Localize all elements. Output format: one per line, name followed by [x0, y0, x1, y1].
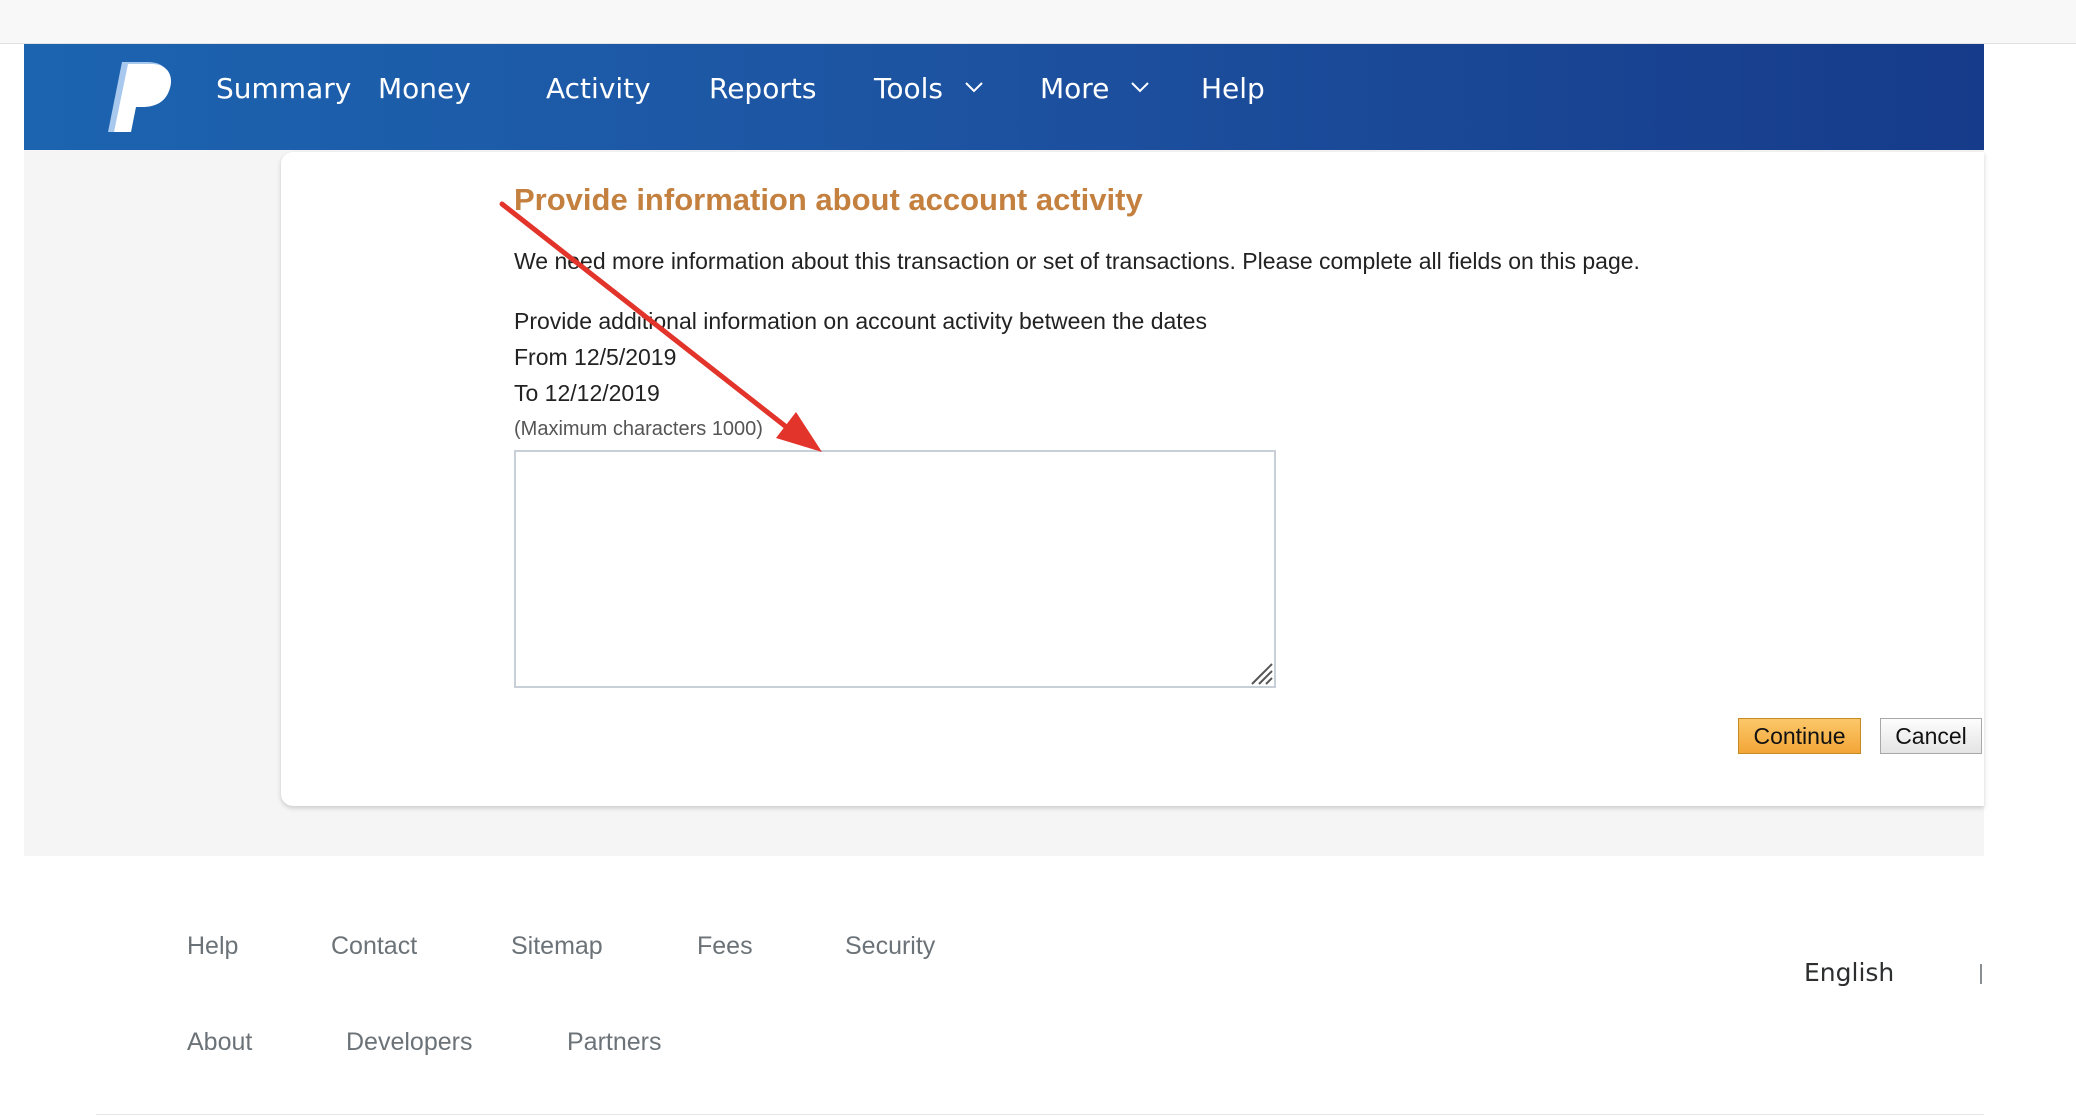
top-nav-bar: Summary Money Activity Reports Tools Mor… — [24, 44, 1984, 150]
intro-text: We need more information about this tran… — [514, 248, 1640, 274]
nav-tools-label: Tools — [874, 72, 943, 105]
footer-link-sitemap[interactable]: Sitemap — [511, 932, 603, 961]
chevron-down-icon — [965, 82, 983, 93]
footer-link-contact[interactable]: Contact — [331, 932, 417, 961]
nav-money-label: Money — [378, 72, 471, 105]
nav-reports-label: Reports — [709, 72, 817, 105]
nav-tools[interactable]: Tools — [874, 44, 984, 150]
nav-money[interactable]: Money — [378, 44, 471, 150]
footer-link-fees[interactable]: Fees — [697, 932, 753, 961]
prompt-text: Provide additional information on accoun… — [514, 308, 1207, 334]
nav-activity-label: Activity — [546, 72, 651, 105]
footer-link-security[interactable]: Security — [845, 932, 935, 961]
continue-button[interactable]: Continue — [1738, 718, 1861, 754]
nav-help[interactable]: Help — [1201, 44, 1265, 150]
language-selector[interactable]: English — [1804, 958, 1894, 987]
activity-info-textarea[interactable] — [514, 450, 1276, 688]
browser-top-strip — [0, 0, 2076, 44]
chevron-down-icon — [1131, 82, 1150, 93]
page-title: Provide information about account activi… — [514, 182, 1143, 217]
nav-help-label: Help — [1201, 72, 1265, 105]
footer-link-partners[interactable]: Partners — [567, 1028, 661, 1057]
nav-summary-label: Summary — [216, 72, 352, 105]
footer-divider — [96, 1114, 1984, 1115]
nav-activity[interactable]: Activity — [546, 44, 651, 150]
footer-link-help[interactable]: Help — [187, 932, 238, 961]
nav-reports[interactable]: Reports — [709, 44, 816, 150]
nav-summary[interactable]: Summary — [216, 44, 351, 150]
footer-link-developers[interactable]: Developers — [346, 1028, 472, 1057]
nav-more-label: More — [1040, 72, 1110, 105]
cancel-button[interactable]: Cancel — [1880, 718, 1982, 754]
to-date: To 12/12/2019 — [514, 380, 660, 406]
from-date: From 12/5/2019 — [514, 344, 677, 370]
language-divider — [1980, 964, 1982, 984]
nav-more[interactable]: More — [1040, 44, 1150, 150]
max-characters-note: (Maximum characters 1000) — [514, 418, 763, 440]
footer-link-about[interactable]: About — [187, 1028, 252, 1057]
paypal-logo-icon[interactable] — [100, 58, 174, 134]
